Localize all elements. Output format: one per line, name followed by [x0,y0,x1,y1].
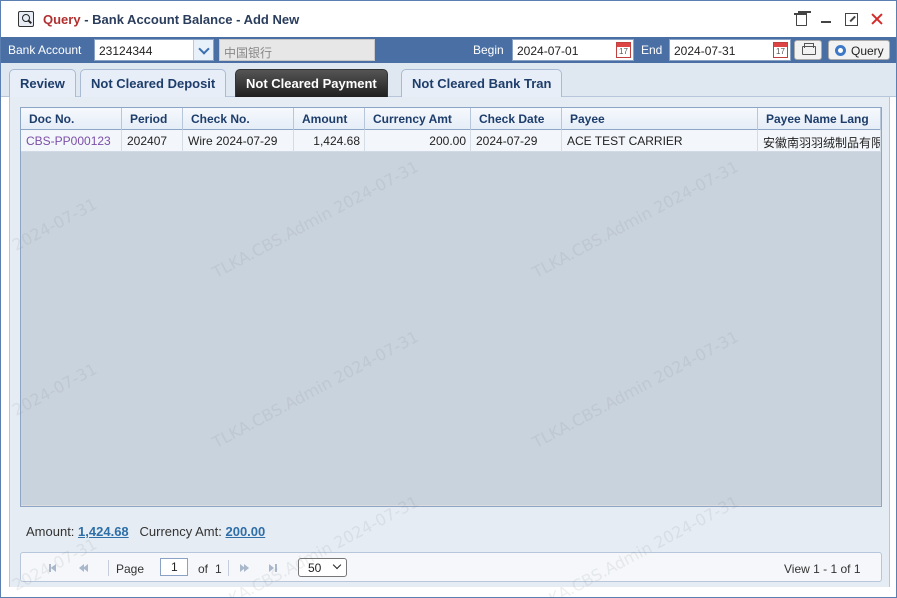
currency-amt-cell: 200.00 [365,130,471,152]
begin-date-field[interactable]: 2024-07-01 [512,39,634,61]
window-title: Query - Bank Account Balance - Add New [43,12,299,27]
column-header-check-date[interactable]: Check Date [471,108,562,130]
last-page-icon[interactable] [268,563,278,573]
bank-account-value: 23124344 [99,44,153,58]
refresh-icon [835,45,846,56]
pager-divider [228,560,229,576]
next-page-icon[interactable] [240,563,250,573]
bank-account-combo[interactable]: 23124344 [94,39,214,61]
title-prefix: Query [43,12,81,27]
print-button[interactable] [794,40,822,60]
check-date-cell: 2024-07-29 [471,130,562,152]
period-cell: 202407 [122,130,183,152]
column-header-period[interactable]: Period [122,108,183,130]
tab-not-cleared-payment[interactable]: Not Cleared Payment [235,69,388,97]
bank-name-field: 中国银行 [219,39,375,61]
query-window: Query - Bank Account Balance - Add New B… [0,0,897,598]
amount-total-value[interactable]: 1,424.68 [78,524,129,539]
minimize-icon[interactable] [818,11,834,27]
doc-no-link[interactable]: CBS-PP000123 [21,130,122,152]
tab-content: Doc No. Period Check No. Amount Currency… [9,97,890,587]
end-date-field[interactable]: 2024-07-31 [669,39,791,61]
title-separator: - [80,12,93,27]
pager: Page 1 of 1 50 View 1 - 1 of 1 [20,552,882,582]
end-date-value: 2024-07-31 [674,44,736,58]
query-icon [18,11,34,27]
title-bar: Query - Bank Account Balance - Add New [1,1,896,37]
tab-strip: Review Not Cleared Deposit Not Cleared P… [1,63,896,97]
tab-not-cleared-deposit[interactable]: Not Cleared Deposit [80,69,227,97]
column-header-doc-no[interactable]: Doc No. [21,108,122,130]
title-text: Bank Account Balance - Add New [92,12,300,27]
query-button-label: Query [851,44,884,58]
totals-bar: Amount: 1,424.68 Currency Amt: 200.00 [20,521,882,543]
close-icon[interactable] [869,11,885,27]
bank-account-label: Bank Account [8,43,82,57]
chevron-down-icon[interactable] [193,40,213,60]
page-number-input[interactable]: 1 [160,558,188,576]
begin-label: Begin [473,43,504,57]
tab-review[interactable]: Review [9,69,76,97]
currency-total-label: Currency Amt: [139,524,222,539]
query-button[interactable]: Query [828,40,890,60]
column-header-currency-amt[interactable]: Currency Amt [365,108,471,130]
column-header-amount[interactable]: Amount [294,108,365,130]
amount-total-label: Amount: [26,524,75,539]
view-range-text: View 1 - 1 of 1 [784,562,861,576]
payee-name-lang-cell: 安徽南羽羽绒制品有限 [758,130,881,152]
payment-grid: Doc No. Period Check No. Amount Currency… [20,107,882,507]
grid-header: Doc No. Period Check No. Amount Currency… [21,108,881,130]
column-header-payee[interactable]: Payee [562,108,758,130]
page-size-select[interactable]: 50 [298,558,347,577]
first-page-icon[interactable] [48,563,58,573]
calendar-icon[interactable] [616,42,631,58]
table-row[interactable]: CBS-PP000123 202407 Wire 2024-07-29 1,42… [21,130,881,152]
amount-cell: 1,424.68 [294,130,365,152]
horizontal-scrollbar[interactable] [21,505,881,506]
page-label: Page [116,562,145,576]
column-header-check-no[interactable]: Check No. [183,108,294,130]
total-pages: 1 [215,562,222,576]
calendar-icon[interactable] [773,42,788,58]
of-label: of [198,562,209,576]
filter-toolbar: Bank Account 23124344 中国银行 Begin 2024-07… [1,37,896,63]
pager-divider [108,560,109,576]
payee-cell: ACE TEST CARRIER [562,130,758,152]
column-header-payee-name-lang[interactable]: Payee Name Lang [758,108,881,130]
maximize-icon[interactable] [843,11,859,27]
tab-not-cleared-bank-tran[interactable]: Not Cleared Bank Tran [401,69,563,97]
end-label: End [641,43,663,57]
currency-total-value[interactable]: 200.00 [225,524,265,539]
begin-date-value: 2024-07-01 [517,44,579,58]
prev-page-icon[interactable] [78,563,88,573]
check-no-cell: Wire 2024-07-29 [183,130,294,152]
delete-icon[interactable] [793,11,809,27]
